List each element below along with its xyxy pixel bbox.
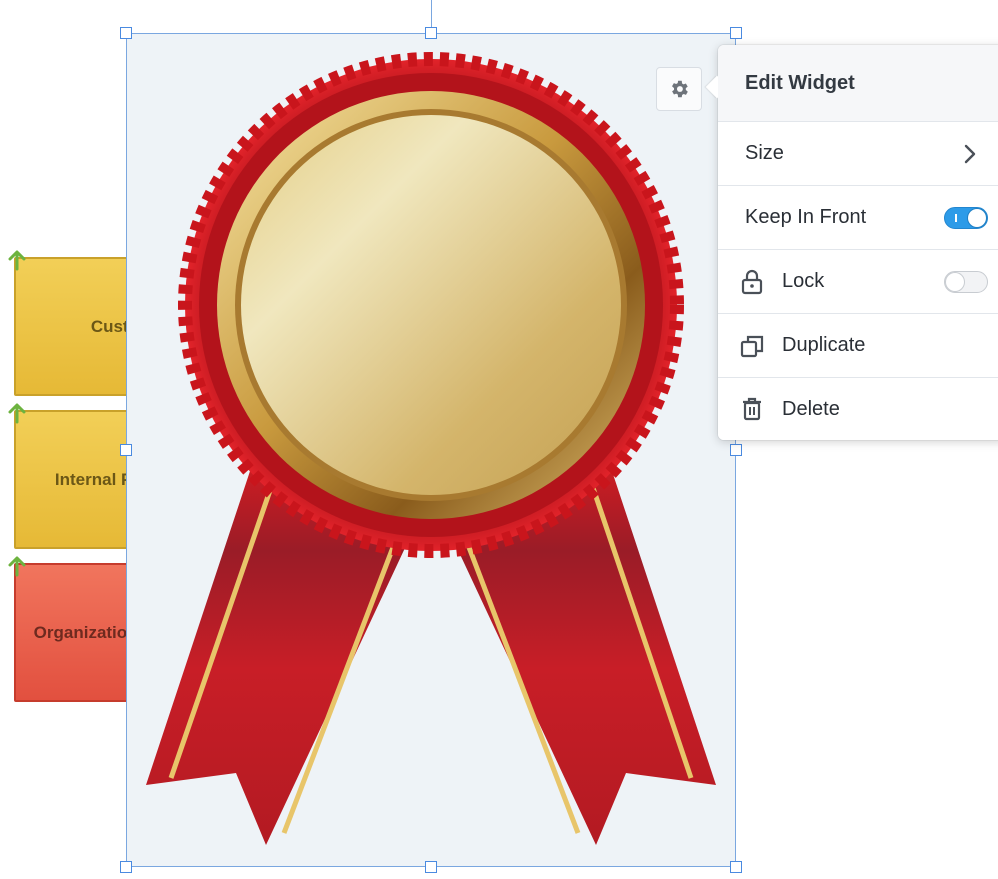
edit-widget-menu: Edit Widget Size Keep In Front Lock Dupl… [705,45,998,440]
menu-title-text: Edit Widget [745,71,855,94]
menu-item-label: Keep In Front [745,206,867,228]
resize-handle-top-left[interactable] [120,27,132,39]
menu-item-delete[interactable]: Delete [718,377,998,440]
chevron-right-icon [964,144,976,164]
gear-icon [672,80,688,98]
duplicate-icon [738,332,766,360]
menu-item-label: Duplicate [782,334,866,356]
menu-item-lock[interactable]: Lock [718,249,998,313]
resize-handle-bottom-right[interactable] [730,861,742,873]
resize-handle-top[interactable] [425,27,437,39]
selection-frame [126,33,736,867]
lock-icon [738,268,766,296]
menu-item-duplicate[interactable]: Duplicate [718,313,998,377]
up-arrow-icon [8,403,26,424]
resize-handle-bottom-left[interactable] [120,861,132,873]
keep-in-front-toggle[interactable] [944,207,988,229]
menu-title: Edit Widget [718,45,998,121]
menu-item-label: Delete [782,397,840,420]
resize-handle-bottom[interactable] [425,861,437,873]
menu-item-keep-in-front[interactable]: Keep In Front [718,185,998,249]
menu-item-size[interactable]: Size [718,121,998,185]
resize-handle-left[interactable] [120,444,132,456]
toggle-knob [946,273,964,291]
up-arrow-icon [8,556,26,577]
resize-handle-right[interactable] [730,444,742,456]
toggle-knob [968,209,986,227]
resize-handle-top-right[interactable] [730,27,742,39]
rotation-guide [431,0,432,27]
toggle-on-indicator [955,214,957,222]
widget-settings-button[interactable] [656,67,702,111]
trash-icon [738,395,766,423]
menu-item-label: Size [745,142,784,164]
lock-toggle[interactable] [944,271,988,293]
menu-item-label: Lock [782,270,825,292]
up-arrow-icon [8,250,26,271]
